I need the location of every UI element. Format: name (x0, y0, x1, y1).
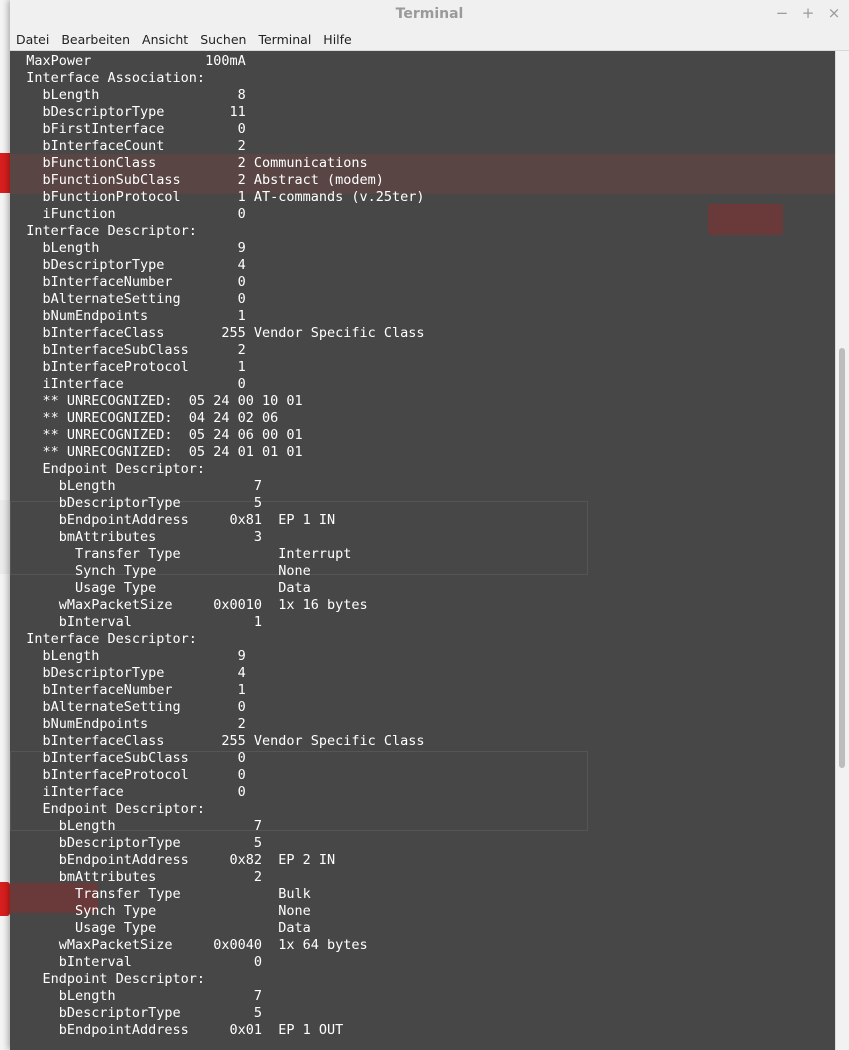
background-red-element (0, 153, 10, 193)
terminal-line: bInterfaceClass 255 Vendor Specific Clas… (10, 733, 425, 749)
menu-bearbeiten[interactable]: Bearbeiten (55, 32, 136, 47)
terminal-line: bAlternateSetting 0 (10, 699, 246, 715)
terminal-line: bmAttributes 2 (10, 869, 262, 885)
terminal-line: wMaxPacketSize 0x0040 1x 64 bytes (10, 937, 368, 953)
terminal-line: bLength 9 (10, 648, 246, 664)
terminal-line: bInterfaceNumber 1 (10, 682, 246, 698)
terminal-line: ** UNRECOGNIZED: 04 24 02 06 (10, 410, 279, 426)
terminal-line: bDescriptorType 5 (10, 495, 262, 511)
terminal-output[interactable]: MaxPower 100mA Interface Association: bL… (10, 51, 836, 1050)
terminal-line: bDescriptorType 4 (10, 665, 246, 681)
terminal-line: bEndpointAddress 0x81 EP 1 IN (10, 512, 336, 528)
terminal-line: bLength 7 (10, 478, 262, 494)
terminal-line: Interface Descriptor: (10, 631, 197, 647)
terminal-line: Interface Association: (10, 70, 206, 86)
menu-bar: Datei Bearbeiten Ansicht Suchen Terminal… (10, 29, 849, 51)
terminal-line: bDescriptorType 5 (10, 1005, 262, 1021)
terminal-line: bInterfaceNumber 0 (10, 274, 246, 290)
menu-ansicht[interactable]: Ansicht (136, 32, 194, 47)
terminal-line: iInterface 0 (10, 376, 246, 392)
terminal-window: Terminal − + × Datei Bearbeiten Ansicht … (10, 0, 849, 1050)
menu-suchen[interactable]: Suchen (194, 32, 252, 47)
terminal-line: Usage Type Data (10, 580, 311, 596)
terminal-line: Synch Type None (10, 903, 311, 919)
terminal-line: bEndpointAddress 0x01 EP 1 OUT (10, 1022, 344, 1038)
terminal-line: bNumEndpoints 1 (10, 308, 246, 324)
terminal-line: Transfer Type Interrupt (10, 546, 352, 562)
terminal-line: bNumEndpoints 2 (10, 716, 246, 732)
window-title: Terminal (395, 6, 464, 22)
terminal-line: ** UNRECOGNIZED: 05 24 01 01 01 (10, 444, 303, 460)
ghost-new-button (708, 204, 783, 235)
terminal-line: bInterfaceProtocol 1 (10, 359, 246, 375)
title-bar[interactable]: Terminal − + × (10, 0, 849, 30)
menu-hilfe[interactable]: Hilfe (317, 32, 357, 47)
terminal-line: bFunctionProtocol 1 AT-commands (v.25ter… (10, 189, 425, 205)
terminal-line: MaxPower 100mA (10, 53, 246, 69)
terminal-line: bEndpointAddress 0x82 EP 2 IN (10, 852, 336, 868)
terminal-line: Transfer Type Bulk (10, 886, 311, 902)
terminal-line: ** UNRECOGNIZED: 05 24 06 00 01 (10, 427, 303, 443)
terminal-line: iFunction 0 (10, 206, 246, 222)
terminal-line: bInterfaceSubClass 2 (10, 342, 246, 358)
scrollbar-thumb[interactable] (839, 348, 845, 768)
terminal-line: Interface Descriptor: (10, 223, 197, 239)
terminal-lines: MaxPower 100mA Interface Association: bL… (10, 53, 425, 1039)
terminal-line: bInterfaceCount 2 (10, 138, 246, 154)
background-window-edge (0, 0, 10, 1050)
maximize-icon[interactable]: + (801, 4, 815, 22)
terminal-line: ** UNRECOGNIZED: 05 24 00 10 01 (10, 393, 303, 409)
terminal-line: bFunctionClass 2 Communications (10, 155, 368, 171)
background-gray-element (0, 500, 10, 574)
terminal-line: bDescriptorType 11 (10, 104, 246, 120)
terminal-line: bFirstInterface 0 (10, 121, 246, 137)
minimize-icon[interactable]: − (775, 4, 789, 22)
terminal-line: bLength 9 (10, 240, 246, 256)
terminal-line: bDescriptorType 4 (10, 257, 246, 273)
terminal-line: bInterval 1 (10, 614, 262, 630)
terminal-line: Synch Type None (10, 563, 311, 579)
window-controls: − + × (775, 4, 841, 22)
close-icon[interactable]: × (827, 4, 841, 22)
terminal-line: bInterval 0 (10, 954, 262, 970)
terminal-line: bInterfaceClass 255 Vendor Specific Clas… (10, 325, 425, 341)
menu-terminal[interactable]: Terminal (252, 32, 317, 47)
terminal-line: bInterfaceProtocol 0 (10, 767, 246, 783)
terminal-line: Endpoint Descriptor: (10, 801, 206, 817)
terminal-line: Endpoint Descriptor: (10, 971, 206, 987)
terminal-line: bDescriptorType 5 (10, 835, 262, 851)
terminal-line: bLength 8 (10, 87, 246, 103)
menu-datei[interactable]: Datei (10, 32, 55, 47)
terminal-line: Usage Type Data (10, 920, 311, 936)
terminal-line: bFunctionSubClass 2 Abstract (modem) (10, 172, 384, 188)
terminal-line: bLength 7 (10, 818, 262, 834)
terminal-line: wMaxPacketSize 0x0010 1x 16 bytes (10, 597, 368, 613)
terminal-line: bAlternateSetting 0 (10, 291, 246, 307)
terminal-line: bLength 7 (10, 988, 262, 1004)
terminal-line: bmAttributes 3 (10, 529, 262, 545)
vertical-scrollbar[interactable] (835, 51, 849, 1050)
terminal-line: iInterface 0 (10, 784, 246, 800)
terminal-line: bInterfaceSubClass 0 (10, 750, 246, 766)
terminal-line: Endpoint Descriptor: (10, 461, 206, 477)
background-red-button (0, 882, 10, 916)
